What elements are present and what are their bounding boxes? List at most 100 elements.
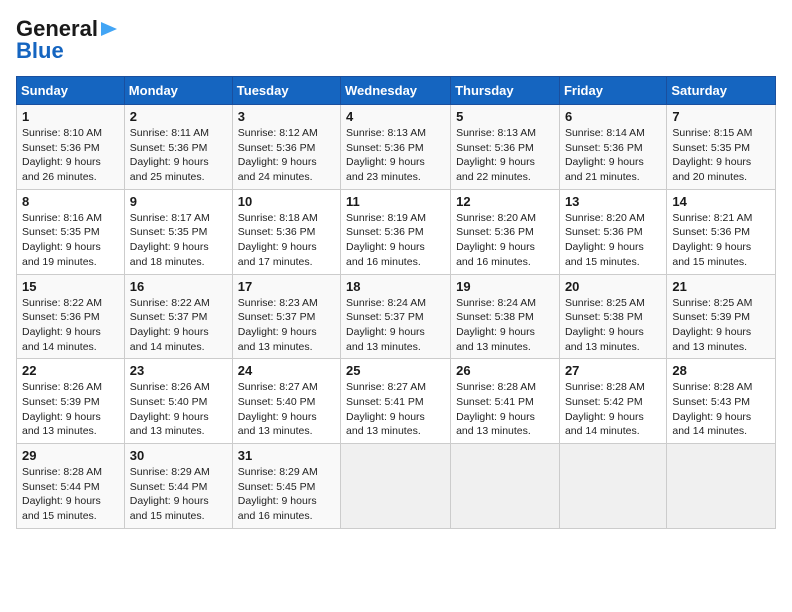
- day-number: 13: [565, 194, 661, 209]
- day-info: Sunrise: 8:24 AM Sunset: 5:37 PM Dayligh…: [346, 296, 445, 355]
- day-number: 28: [672, 363, 770, 378]
- calendar-day-cell: 1 Sunrise: 8:10 AM Sunset: 5:36 PM Dayli…: [17, 105, 125, 190]
- day-number: 21: [672, 279, 770, 294]
- calendar-header-wednesday: Wednesday: [341, 77, 451, 105]
- calendar-day-cell: 14 Sunrise: 8:21 AM Sunset: 5:36 PM Dayl…: [667, 189, 776, 274]
- day-info: Sunrise: 8:15 AM Sunset: 5:35 PM Dayligh…: [672, 126, 770, 185]
- day-info: Sunrise: 8:25 AM Sunset: 5:39 PM Dayligh…: [672, 296, 770, 355]
- calendar-day-cell: 23 Sunrise: 8:26 AM Sunset: 5:40 PM Dayl…: [124, 359, 232, 444]
- day-info: Sunrise: 8:20 AM Sunset: 5:36 PM Dayligh…: [456, 211, 554, 270]
- day-info: Sunrise: 8:21 AM Sunset: 5:36 PM Dayligh…: [672, 211, 770, 270]
- calendar-day-cell: [559, 444, 666, 529]
- calendar-day-cell: 22 Sunrise: 8:26 AM Sunset: 5:39 PM Dayl…: [17, 359, 125, 444]
- day-info: Sunrise: 8:23 AM Sunset: 5:37 PM Dayligh…: [238, 296, 335, 355]
- day-number: 24: [238, 363, 335, 378]
- calendar-day-cell: [341, 444, 451, 529]
- calendar-day-cell: 7 Sunrise: 8:15 AM Sunset: 5:35 PM Dayli…: [667, 105, 776, 190]
- day-number: 3: [238, 109, 335, 124]
- calendar-day-cell: 12 Sunrise: 8:20 AM Sunset: 5:36 PM Dayl…: [451, 189, 560, 274]
- day-number: 11: [346, 194, 445, 209]
- day-info: Sunrise: 8:25 AM Sunset: 5:38 PM Dayligh…: [565, 296, 661, 355]
- calendar-day-cell: 10 Sunrise: 8:18 AM Sunset: 5:36 PM Dayl…: [232, 189, 340, 274]
- day-number: 23: [130, 363, 227, 378]
- day-info: Sunrise: 8:22 AM Sunset: 5:37 PM Dayligh…: [130, 296, 227, 355]
- day-info: Sunrise: 8:13 AM Sunset: 5:36 PM Dayligh…: [456, 126, 554, 185]
- calendar-day-cell: 27 Sunrise: 8:28 AM Sunset: 5:42 PM Dayl…: [559, 359, 666, 444]
- calendar-day-cell: [667, 444, 776, 529]
- day-info: Sunrise: 8:28 AM Sunset: 5:42 PM Dayligh…: [565, 380, 661, 439]
- day-info: Sunrise: 8:10 AM Sunset: 5:36 PM Dayligh…: [22, 126, 119, 185]
- day-number: 9: [130, 194, 227, 209]
- day-info: Sunrise: 8:27 AM Sunset: 5:40 PM Dayligh…: [238, 380, 335, 439]
- day-info: Sunrise: 8:18 AM Sunset: 5:36 PM Dayligh…: [238, 211, 335, 270]
- page-header: General Blue: [16, 16, 776, 64]
- day-number: 7: [672, 109, 770, 124]
- day-info: Sunrise: 8:29 AM Sunset: 5:44 PM Dayligh…: [130, 465, 227, 524]
- day-number: 27: [565, 363, 661, 378]
- calendar-table: SundayMondayTuesdayWednesdayThursdayFrid…: [16, 76, 776, 529]
- calendar-day-cell: 28 Sunrise: 8:28 AM Sunset: 5:43 PM Dayl…: [667, 359, 776, 444]
- logo-arrow-icon: [99, 18, 121, 40]
- calendar-week-row: 22 Sunrise: 8:26 AM Sunset: 5:39 PM Dayl…: [17, 359, 776, 444]
- day-number: 10: [238, 194, 335, 209]
- day-number: 15: [22, 279, 119, 294]
- calendar-day-cell: 20 Sunrise: 8:25 AM Sunset: 5:38 PM Dayl…: [559, 274, 666, 359]
- day-info: Sunrise: 8:13 AM Sunset: 5:36 PM Dayligh…: [346, 126, 445, 185]
- calendar-day-cell: 3 Sunrise: 8:12 AM Sunset: 5:36 PM Dayli…: [232, 105, 340, 190]
- calendar-day-cell: 24 Sunrise: 8:27 AM Sunset: 5:40 PM Dayl…: [232, 359, 340, 444]
- calendar-header-tuesday: Tuesday: [232, 77, 340, 105]
- calendar-day-cell: 2 Sunrise: 8:11 AM Sunset: 5:36 PM Dayli…: [124, 105, 232, 190]
- calendar-day-cell: 8 Sunrise: 8:16 AM Sunset: 5:35 PM Dayli…: [17, 189, 125, 274]
- day-info: Sunrise: 8:22 AM Sunset: 5:36 PM Dayligh…: [22, 296, 119, 355]
- calendar-header-saturday: Saturday: [667, 77, 776, 105]
- calendar-day-cell: 31 Sunrise: 8:29 AM Sunset: 5:45 PM Dayl…: [232, 444, 340, 529]
- day-number: 5: [456, 109, 554, 124]
- day-number: 31: [238, 448, 335, 463]
- calendar-day-cell: 30 Sunrise: 8:29 AM Sunset: 5:44 PM Dayl…: [124, 444, 232, 529]
- day-number: 29: [22, 448, 119, 463]
- day-number: 25: [346, 363, 445, 378]
- calendar-week-row: 29 Sunrise: 8:28 AM Sunset: 5:44 PM Dayl…: [17, 444, 776, 529]
- calendar-day-cell: 9 Sunrise: 8:17 AM Sunset: 5:35 PM Dayli…: [124, 189, 232, 274]
- day-info: Sunrise: 8:24 AM Sunset: 5:38 PM Dayligh…: [456, 296, 554, 355]
- calendar-day-cell: 11 Sunrise: 8:19 AM Sunset: 5:36 PM Dayl…: [341, 189, 451, 274]
- calendar-day-cell: 19 Sunrise: 8:24 AM Sunset: 5:38 PM Dayl…: [451, 274, 560, 359]
- day-info: Sunrise: 8:17 AM Sunset: 5:35 PM Dayligh…: [130, 211, 227, 270]
- calendar-day-cell: [451, 444, 560, 529]
- day-info: Sunrise: 8:26 AM Sunset: 5:40 PM Dayligh…: [130, 380, 227, 439]
- day-info: Sunrise: 8:12 AM Sunset: 5:36 PM Dayligh…: [238, 126, 335, 185]
- day-number: 8: [22, 194, 119, 209]
- day-info: Sunrise: 8:27 AM Sunset: 5:41 PM Dayligh…: [346, 380, 445, 439]
- day-number: 6: [565, 109, 661, 124]
- calendar-week-row: 1 Sunrise: 8:10 AM Sunset: 5:36 PM Dayli…: [17, 105, 776, 190]
- logo: General Blue: [16, 16, 121, 64]
- calendar-day-cell: 29 Sunrise: 8:28 AM Sunset: 5:44 PM Dayl…: [17, 444, 125, 529]
- calendar-day-cell: 21 Sunrise: 8:25 AM Sunset: 5:39 PM Dayl…: [667, 274, 776, 359]
- day-number: 30: [130, 448, 227, 463]
- logo-text-blue: Blue: [16, 38, 64, 64]
- day-info: Sunrise: 8:26 AM Sunset: 5:39 PM Dayligh…: [22, 380, 119, 439]
- day-number: 1: [22, 109, 119, 124]
- calendar-day-cell: 26 Sunrise: 8:28 AM Sunset: 5:41 PM Dayl…: [451, 359, 560, 444]
- calendar-day-cell: 25 Sunrise: 8:27 AM Sunset: 5:41 PM Dayl…: [341, 359, 451, 444]
- calendar-day-cell: 13 Sunrise: 8:20 AM Sunset: 5:36 PM Dayl…: [559, 189, 666, 274]
- day-number: 4: [346, 109, 445, 124]
- day-info: Sunrise: 8:28 AM Sunset: 5:41 PM Dayligh…: [456, 380, 554, 439]
- day-number: 18: [346, 279, 445, 294]
- day-info: Sunrise: 8:29 AM Sunset: 5:45 PM Dayligh…: [238, 465, 335, 524]
- day-info: Sunrise: 8:16 AM Sunset: 5:35 PM Dayligh…: [22, 211, 119, 270]
- calendar-day-cell: 17 Sunrise: 8:23 AM Sunset: 5:37 PM Dayl…: [232, 274, 340, 359]
- day-number: 26: [456, 363, 554, 378]
- day-number: 14: [672, 194, 770, 209]
- day-info: Sunrise: 8:28 AM Sunset: 5:43 PM Dayligh…: [672, 380, 770, 439]
- calendar-day-cell: 5 Sunrise: 8:13 AM Sunset: 5:36 PM Dayli…: [451, 105, 560, 190]
- day-number: 22: [22, 363, 119, 378]
- day-info: Sunrise: 8:28 AM Sunset: 5:44 PM Dayligh…: [22, 465, 119, 524]
- calendar-week-row: 15 Sunrise: 8:22 AM Sunset: 5:36 PM Dayl…: [17, 274, 776, 359]
- day-number: 16: [130, 279, 227, 294]
- day-number: 17: [238, 279, 335, 294]
- calendar-header-monday: Monday: [124, 77, 232, 105]
- calendar-day-cell: 4 Sunrise: 8:13 AM Sunset: 5:36 PM Dayli…: [341, 105, 451, 190]
- day-number: 2: [130, 109, 227, 124]
- calendar-header-friday: Friday: [559, 77, 666, 105]
